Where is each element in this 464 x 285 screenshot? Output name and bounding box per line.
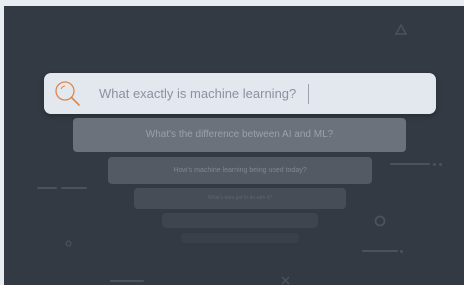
circle-decoration-icon <box>374 215 386 227</box>
suggestion-item[interactable]: What's data got to do with it? <box>134 188 346 209</box>
suggestion-item[interactable] <box>181 233 299 243</box>
search-icon <box>55 81 80 106</box>
dash-decoration <box>362 250 398 252</box>
dash-decoration <box>390 163 430 165</box>
dash-decoration <box>110 280 144 282</box>
dot-decoration <box>433 163 436 166</box>
dash-decoration <box>61 187 87 189</box>
screen-frame: What exactly is machine learning? What's… <box>0 0 464 285</box>
suggestion-item[interactable]: What's the difference between AI and ML? <box>73 118 406 152</box>
suggestion-item[interactable]: How's machine learning being used today? <box>108 157 372 184</box>
dot-decoration <box>400 250 403 253</box>
background-panel: What exactly is machine learning? What's… <box>4 6 464 285</box>
dot-decoration <box>439 163 442 166</box>
dash-decoration <box>37 187 57 189</box>
triangle-decoration-icon <box>395 24 407 35</box>
cross-decoration-icon <box>281 276 290 285</box>
suggestion-item[interactable] <box>162 213 318 228</box>
search-bar[interactable]: What exactly is machine learning? <box>44 73 436 114</box>
search-query-text[interactable]: What exactly is machine learning? <box>99 73 296 114</box>
circle-decoration-icon <box>65 240 72 247</box>
text-cursor <box>308 84 309 104</box>
